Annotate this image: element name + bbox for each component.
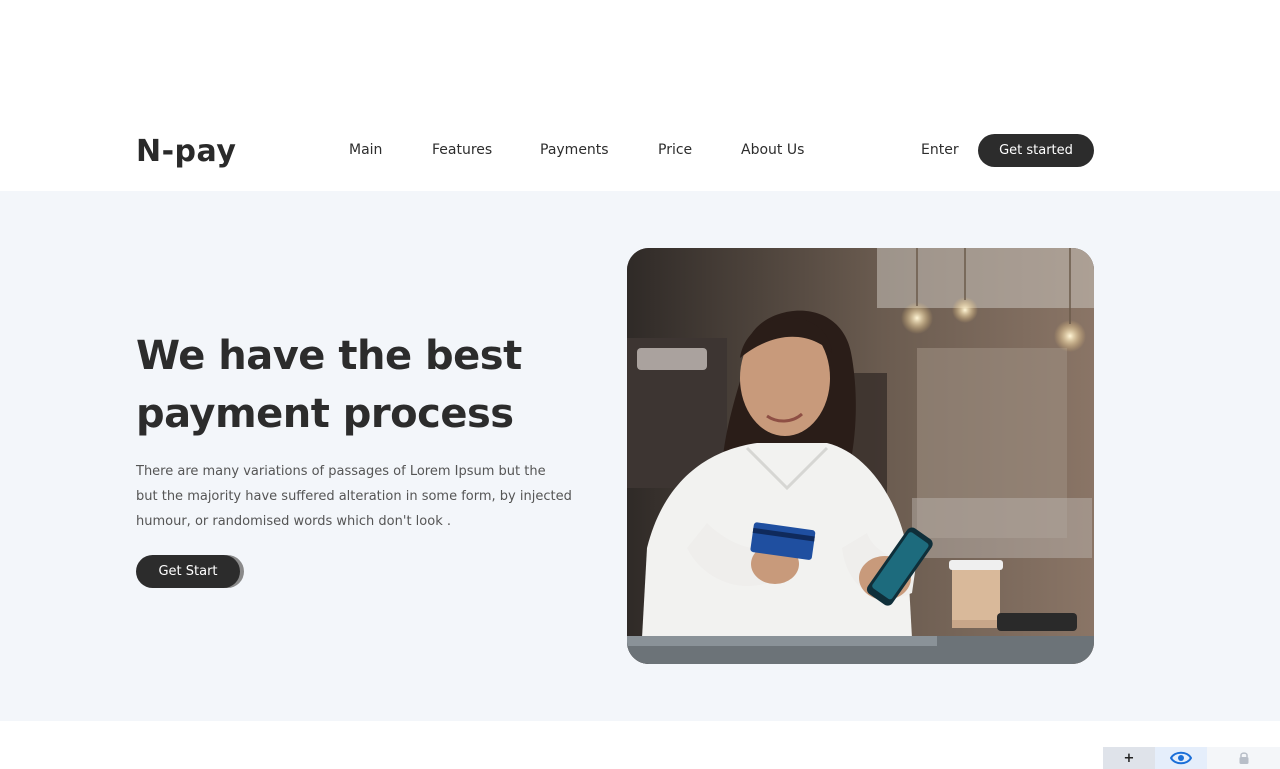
nav-item-features[interactable]: Features: [432, 142, 512, 158]
lock-icon-glyph: [1239, 752, 1248, 764]
hero-description-line-3: humour, or randomised words which don't …: [136, 514, 451, 529]
nav-item-main[interactable]: Main: [349, 142, 409, 158]
hero-title-line-1: We have the best: [136, 333, 522, 379]
eye-icon[interactable]: [1155, 747, 1207, 769]
hero-photo: [627, 248, 1094, 664]
enter-link[interactable]: Enter: [921, 142, 959, 158]
logo[interactable]: N-pay: [136, 134, 236, 169]
woman-paying-with-card-image: [627, 248, 1094, 664]
hero-description: There are many variations of passages of…: [136, 459, 586, 534]
lock-icon[interactable]: [1207, 747, 1280, 769]
get-started-button[interactable]: Get started: [978, 134, 1094, 167]
hero-description-line-2: but the majority have suffered alteratio…: [136, 489, 572, 504]
nav-item-about-us[interactable]: About Us: [741, 142, 831, 158]
eye-icon-glyph: [1170, 751, 1192, 765]
hero-title-line-2: payment process: [136, 391, 514, 437]
hero-description-line-1: There are many variations of passages of…: [136, 464, 546, 479]
get-start-button[interactable]: Get Start: [136, 555, 240, 588]
site-header: N-pay Main Features Payments Price About…: [0, 120, 1280, 190]
nav-item-price[interactable]: Price: [658, 142, 708, 158]
plus-icon[interactable]: +: [1103, 747, 1155, 769]
hero-section: We have the best payment process There a…: [0, 191, 1280, 721]
nav-item-payments[interactable]: Payments: [540, 142, 630, 158]
viewer-toolbar: +: [1103, 747, 1280, 769]
hero-title: We have the best payment process: [136, 327, 556, 443]
